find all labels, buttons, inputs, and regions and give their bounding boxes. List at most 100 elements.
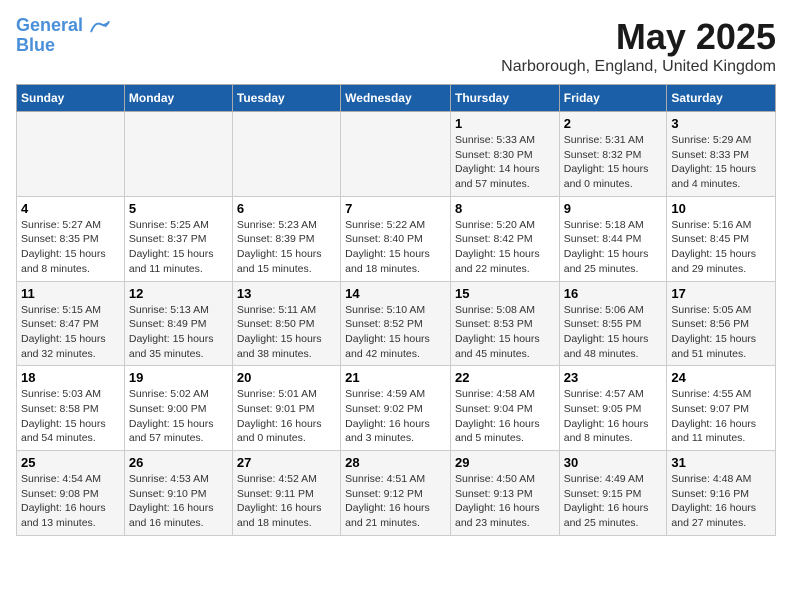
- calendar-cell: 14 Sunrise: 5:10 AMSunset: 8:52 PMDayligh…: [341, 281, 451, 366]
- day-info: Sunrise: 5:31 AMSunset: 8:32 PMDaylight:…: [564, 133, 663, 192]
- day-info: Sunrise: 5:13 AMSunset: 8:49 PMDaylight:…: [129, 303, 228, 362]
- day-number: 7: [345, 201, 446, 216]
- day-number: 18: [21, 370, 120, 385]
- day-info: Sunrise: 5:22 AMSunset: 8:40 PMDaylight:…: [345, 218, 446, 277]
- calendar-cell: 23Sunrise: 4:57 AMSunset: 9:05 PMDayligh…: [559, 366, 667, 451]
- calendar-cell: 1 Sunrise: 5:33 AMSunset: 8:30 PMDaylight…: [450, 112, 559, 197]
- calendar-cell: 27 Sunrise: 4:52 AMSunset: 9:11 PMDayligh…: [232, 451, 340, 536]
- calendar-cell: 9 Sunrise: 5:18 AMSunset: 8:44 PMDaylight…: [559, 196, 667, 281]
- day-header-friday: Friday: [559, 85, 667, 112]
- calendar-cell: 29 Sunrise: 4:50 AMSunset: 9:13 PMDayligh…: [450, 451, 559, 536]
- calendar-cell: [124, 112, 232, 197]
- calendar-cell: 26Sunrise: 4:53 AMSunset: 9:10 PMDayligh…: [124, 451, 232, 536]
- calendar-cell: 24Sunrise: 4:55 AMSunset: 9:07 PMDayligh…: [667, 366, 776, 451]
- day-number: 6: [237, 201, 336, 216]
- day-number: 1: [455, 116, 555, 131]
- logo-blue: Blue: [16, 36, 110, 56]
- title-section: May 2025 Narborough, England, United Kin…: [501, 16, 776, 76]
- day-number: 28: [345, 455, 446, 470]
- calendar-cell: 30 Sunrise: 4:49 AMSunset: 9:15 PMDayligh…: [559, 451, 667, 536]
- calendar-cell: 13 Sunrise: 5:11 AMSunset: 8:50 PMDayligh…: [232, 281, 340, 366]
- calendar-cell: 18 Sunrise: 5:03 AMSunset: 8:58 PMDayligh…: [17, 366, 125, 451]
- day-number: 15: [455, 286, 555, 301]
- calendar-body: 1 Sunrise: 5:33 AMSunset: 8:30 PMDaylight…: [17, 112, 776, 536]
- day-number: 24: [671, 370, 771, 385]
- calendar-header-row: SundayMondayTuesdayWednesdayThursdayFrid…: [17, 85, 776, 112]
- calendar-cell: [232, 112, 340, 197]
- week-row-1: 1 Sunrise: 5:33 AMSunset: 8:30 PMDaylight…: [17, 112, 776, 197]
- calendar-table: SundayMondayTuesdayWednesdayThursdayFrid…: [16, 84, 776, 536]
- day-number: 27: [237, 455, 336, 470]
- day-header-monday: Monday: [124, 85, 232, 112]
- calendar-cell: [341, 112, 451, 197]
- day-info: Sunrise: 5:08 AMSunset: 8:53 PMDaylight:…: [455, 303, 555, 362]
- day-info: Sunrise: 5:11 AMSunset: 8:50 PMDaylight:…: [237, 303, 336, 362]
- calendar-cell: 22 Sunrise: 4:58 AMSunset: 9:04 PMDayligh…: [450, 366, 559, 451]
- week-row-3: 11 Sunrise: 5:15 AMSunset: 8:47 PMDayligh…: [17, 281, 776, 366]
- calendar-cell: 12Sunrise: 5:13 AMSunset: 8:49 PMDayligh…: [124, 281, 232, 366]
- day-info: Sunrise: 5:23 AMSunset: 8:39 PMDaylight:…: [237, 218, 336, 277]
- day-info: Sunrise: 4:50 AMSunset: 9:13 PMDaylight:…: [455, 472, 555, 531]
- day-header-wednesday: Wednesday: [341, 85, 451, 112]
- day-info: Sunrise: 5:03 AMSunset: 8:58 PMDaylight:…: [21, 387, 120, 446]
- calendar-cell: 31Sunrise: 4:48 AMSunset: 9:16 PMDayligh…: [667, 451, 776, 536]
- day-info: Sunrise: 5:15 AMSunset: 8:47 PMDaylight:…: [21, 303, 120, 362]
- logo-text: General: [16, 16, 110, 36]
- day-info: Sunrise: 4:59 AMSunset: 9:02 PMDaylight:…: [345, 387, 446, 446]
- day-number: 14: [345, 286, 446, 301]
- day-number: 21: [345, 370, 446, 385]
- day-info: Sunrise: 4:54 AMSunset: 9:08 PMDaylight:…: [21, 472, 120, 531]
- day-info: Sunrise: 4:48 AMSunset: 9:16 PMDaylight:…: [671, 472, 771, 531]
- day-info: Sunrise: 5:33 AMSunset: 8:30 PMDaylight:…: [455, 133, 555, 192]
- day-number: 13: [237, 286, 336, 301]
- day-info: Sunrise: 5:29 AMSunset: 8:33 PMDaylight:…: [671, 133, 771, 192]
- day-info: Sunrise: 5:05 AMSunset: 8:56 PMDaylight:…: [671, 303, 771, 362]
- day-info: Sunrise: 5:06 AMSunset: 8:55 PMDaylight:…: [564, 303, 663, 362]
- day-number: 3: [671, 116, 771, 131]
- day-number: 9: [564, 201, 663, 216]
- day-header-saturday: Saturday: [667, 85, 776, 112]
- calendar-cell: 20Sunrise: 5:01 AMSunset: 9:01 PMDayligh…: [232, 366, 340, 451]
- day-number: 26: [129, 455, 228, 470]
- day-number: 19: [129, 370, 228, 385]
- day-info: Sunrise: 5:10 AMSunset: 8:52 PMDaylight:…: [345, 303, 446, 362]
- day-info: Sunrise: 5:18 AMSunset: 8:44 PMDaylight:…: [564, 218, 663, 277]
- calendar-cell: [17, 112, 125, 197]
- calendar-cell: 17 Sunrise: 5:05 AMSunset: 8:56 PMDayligh…: [667, 281, 776, 366]
- day-number: 20: [237, 370, 336, 385]
- day-number: 11: [21, 286, 120, 301]
- calendar-cell: 2 Sunrise: 5:31 AMSunset: 8:32 PMDaylight…: [559, 112, 667, 197]
- calendar-cell: 10Sunrise: 5:16 AMSunset: 8:45 PMDayligh…: [667, 196, 776, 281]
- day-info: Sunrise: 4:58 AMSunset: 9:04 PMDaylight:…: [455, 387, 555, 446]
- calendar-cell: 3 Sunrise: 5:29 AMSunset: 8:33 PMDaylight…: [667, 112, 776, 197]
- week-row-4: 18 Sunrise: 5:03 AMSunset: 8:58 PMDayligh…: [17, 366, 776, 451]
- day-info: Sunrise: 5:02 AMSunset: 9:00 PMDaylight:…: [129, 387, 228, 446]
- calendar-cell: 15 Sunrise: 5:08 AMSunset: 8:53 PMDayligh…: [450, 281, 559, 366]
- subtitle: Narborough, England, United Kingdom: [501, 58, 776, 76]
- day-number: 2: [564, 116, 663, 131]
- day-header-tuesday: Tuesday: [232, 85, 340, 112]
- week-row-5: 25 Sunrise: 4:54 AMSunset: 9:08 PMDayligh…: [17, 451, 776, 536]
- day-number: 25: [21, 455, 120, 470]
- day-info: Sunrise: 4:51 AMSunset: 9:12 PMDaylight:…: [345, 472, 446, 531]
- day-number: 8: [455, 201, 555, 216]
- day-number: 30: [564, 455, 663, 470]
- calendar-cell: 11 Sunrise: 5:15 AMSunset: 8:47 PMDayligh…: [17, 281, 125, 366]
- day-info: Sunrise: 5:25 AMSunset: 8:37 PMDaylight:…: [129, 218, 228, 277]
- week-row-2: 4 Sunrise: 5:27 AMSunset: 8:35 PMDaylight…: [17, 196, 776, 281]
- day-number: 4: [21, 201, 120, 216]
- logo: General Blue: [16, 16, 110, 56]
- calendar-cell: 25 Sunrise: 4:54 AMSunset: 9:08 PMDayligh…: [17, 451, 125, 536]
- calendar-cell: 8Sunrise: 5:20 AMSunset: 8:42 PMDaylight…: [450, 196, 559, 281]
- day-number: 17: [671, 286, 771, 301]
- day-number: 22: [455, 370, 555, 385]
- day-info: Sunrise: 4:57 AMSunset: 9:05 PMDaylight:…: [564, 387, 663, 446]
- calendar-cell: 19 Sunrise: 5:02 AMSunset: 9:00 PMDayligh…: [124, 366, 232, 451]
- day-info: Sunrise: 4:52 AMSunset: 9:11 PMDaylight:…: [237, 472, 336, 531]
- day-info: Sunrise: 5:16 AMSunset: 8:45 PMDaylight:…: [671, 218, 771, 277]
- day-number: 29: [455, 455, 555, 470]
- day-info: Sunrise: 5:27 AMSunset: 8:35 PMDaylight:…: [21, 218, 120, 277]
- day-info: Sunrise: 4:49 AMSunset: 9:15 PMDaylight:…: [564, 472, 663, 531]
- calendar-cell: 21 Sunrise: 4:59 AMSunset: 9:02 PMDayligh…: [341, 366, 451, 451]
- calendar-cell: 16Sunrise: 5:06 AMSunset: 8:55 PMDayligh…: [559, 281, 667, 366]
